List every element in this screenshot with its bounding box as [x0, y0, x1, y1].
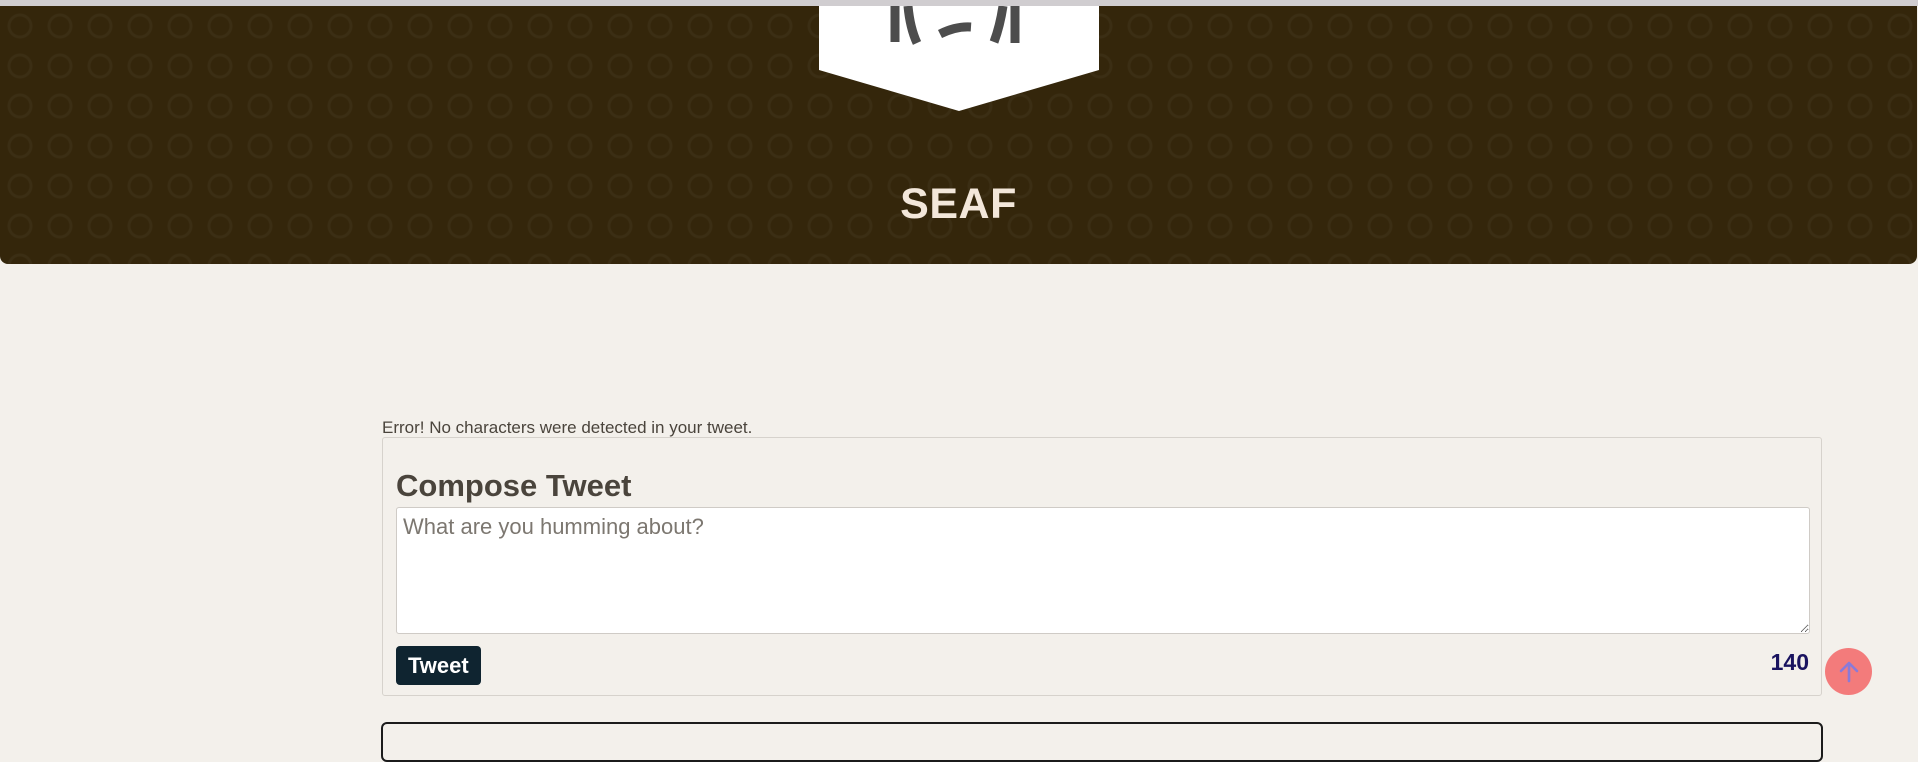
site-title: SEAF [900, 180, 1017, 228]
compose-tweet-card: Compose Tweet Tweet 140 [382, 437, 1822, 696]
tweet-button[interactable]: Tweet [396, 646, 481, 685]
shield-logo-icon [819, 6, 1099, 111]
tweet-feed-card [381, 722, 1823, 762]
character-counter: 140 [1770, 649, 1809, 675]
scroll-to-top-button[interactable] [1825, 648, 1872, 695]
tweet-textarea[interactable] [396, 507, 1810, 634]
error-message: Error! No characters were detected in yo… [382, 418, 753, 437]
arrow-up-icon [1839, 661, 1858, 682]
site-header: SEAF [0, 6, 1917, 264]
compose-title: Compose Tweet [396, 468, 632, 503]
